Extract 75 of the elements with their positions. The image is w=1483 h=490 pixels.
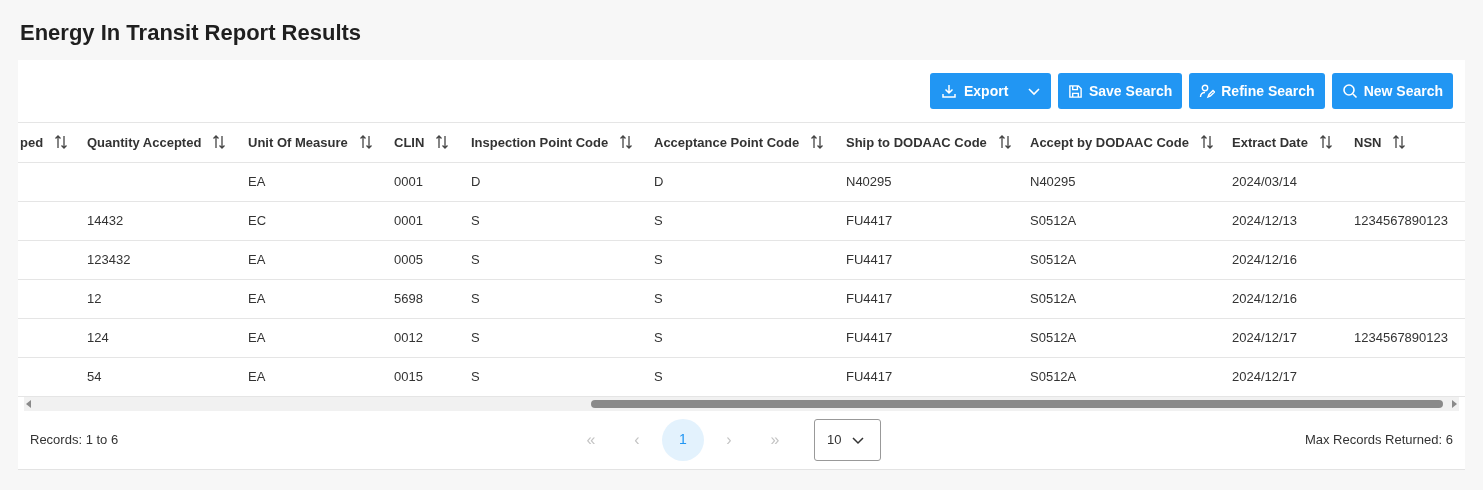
- sort-icon[interactable]: [1391, 134, 1408, 151]
- page-size-select[interactable]: 10: [814, 418, 881, 461]
- sort-icon[interactable]: [618, 134, 635, 151]
- max-records-text: Max Records Returned: 6: [1304, 431, 1453, 447]
- table-cell: EC: [248, 212, 267, 228]
- table-cell: S0512A: [1030, 368, 1077, 384]
- table-cell: FU4417: [846, 329, 893, 345]
- records-text: Records: 1 to 6: [30, 431, 119, 447]
- table-cell: D: [654, 173, 664, 189]
- column-header[interactable]: Ship to DODAAC Code: [846, 132, 987, 152]
- table-cell: S0512A: [1030, 290, 1077, 306]
- table-cell: S: [654, 212, 663, 228]
- table-cell: 0001: [394, 173, 423, 189]
- table-cell: 123432: [87, 251, 131, 267]
- table-cell: 14432: [87, 212, 124, 228]
- table-cell: S: [654, 251, 663, 267]
- table-cell: 0012: [394, 329, 423, 345]
- table-cell: 5698: [394, 290, 423, 306]
- table-cell: FU4417: [846, 212, 893, 228]
- scrollbar-thumb[interactable]: [591, 399, 1443, 408]
- table-cell: EA: [248, 173, 266, 189]
- scroll-right-icon[interactable]: [1452, 399, 1457, 408]
- table-cell: 2024/12/17: [1232, 329, 1298, 345]
- table-cell: 54: [87, 368, 102, 384]
- table-cell: EA: [248, 290, 266, 306]
- table-cell: 1234567890123: [1354, 329, 1448, 345]
- column-header[interactable]: Unit Of Measure: [248, 132, 348, 152]
- table-cell: S: [471, 368, 480, 384]
- table-cell: 124: [87, 329, 109, 345]
- table-cell: 0005: [394, 251, 423, 267]
- table-cell: 12: [87, 290, 102, 306]
- table-cell: FU4417: [846, 368, 893, 384]
- download-icon: [940, 83, 957, 99]
- table-cell: 2024/12/16: [1232, 290, 1298, 306]
- table-cell: 2024/12/16: [1232, 251, 1298, 267]
- sort-icon[interactable]: [211, 134, 228, 151]
- column-header[interactable]: NSN: [1354, 132, 1382, 152]
- table-cell: EA: [248, 368, 266, 384]
- table-cell: N40295: [846, 173, 892, 189]
- sort-icon[interactable]: [53, 134, 70, 151]
- user-edit-icon: [1199, 83, 1216, 99]
- scroll-left-icon[interactable]: [26, 399, 31, 408]
- table-cell: D: [471, 173, 481, 189]
- table-cell: 0015: [394, 368, 423, 384]
- table-cell: 0001: [394, 212, 423, 228]
- table-cell: S: [654, 368, 663, 384]
- table-cell: 2024/03/14: [1232, 173, 1298, 189]
- table-cell: S0512A: [1030, 329, 1077, 345]
- table-cell: 1234567890123: [1354, 212, 1448, 228]
- sort-icon[interactable]: [434, 134, 451, 151]
- table-cell: S0512A: [1030, 251, 1077, 267]
- table-cell: S0512A: [1030, 212, 1077, 228]
- column-header[interactable]: ped: [20, 132, 44, 152]
- column-header[interactable]: Acceptance Point Code: [654, 132, 800, 152]
- table-cell: S: [471, 212, 480, 228]
- table-cell: N40295: [1030, 173, 1076, 189]
- table-cell: S: [654, 290, 663, 306]
- table-cell: EA: [248, 251, 266, 267]
- page-title: Energy In Transit Report Results: [20, 19, 363, 47]
- table-cell: 2024/12/13: [1232, 212, 1298, 228]
- table-cell: FU4417: [846, 251, 893, 267]
- table-cell: FU4417: [846, 290, 893, 306]
- column-header[interactable]: Accept by DODAAC Code: [1030, 132, 1189, 152]
- table-cell: 2024/12/17: [1232, 368, 1298, 384]
- table-cell: S: [471, 251, 480, 267]
- column-header[interactable]: CLIN: [394, 132, 425, 152]
- table-cell: S: [471, 290, 480, 306]
- table-cell: EA: [248, 329, 266, 345]
- column-header[interactable]: Inspection Point Code: [471, 132, 609, 152]
- table-cell: S: [471, 329, 480, 345]
- search-icon: [1341, 83, 1358, 99]
- column-header[interactable]: Quantity Accepted: [87, 132, 202, 152]
- sort-icon[interactable]: [809, 134, 826, 151]
- table-cell: S: [654, 329, 663, 345]
- column-header[interactable]: Extract Date: [1232, 132, 1308, 152]
